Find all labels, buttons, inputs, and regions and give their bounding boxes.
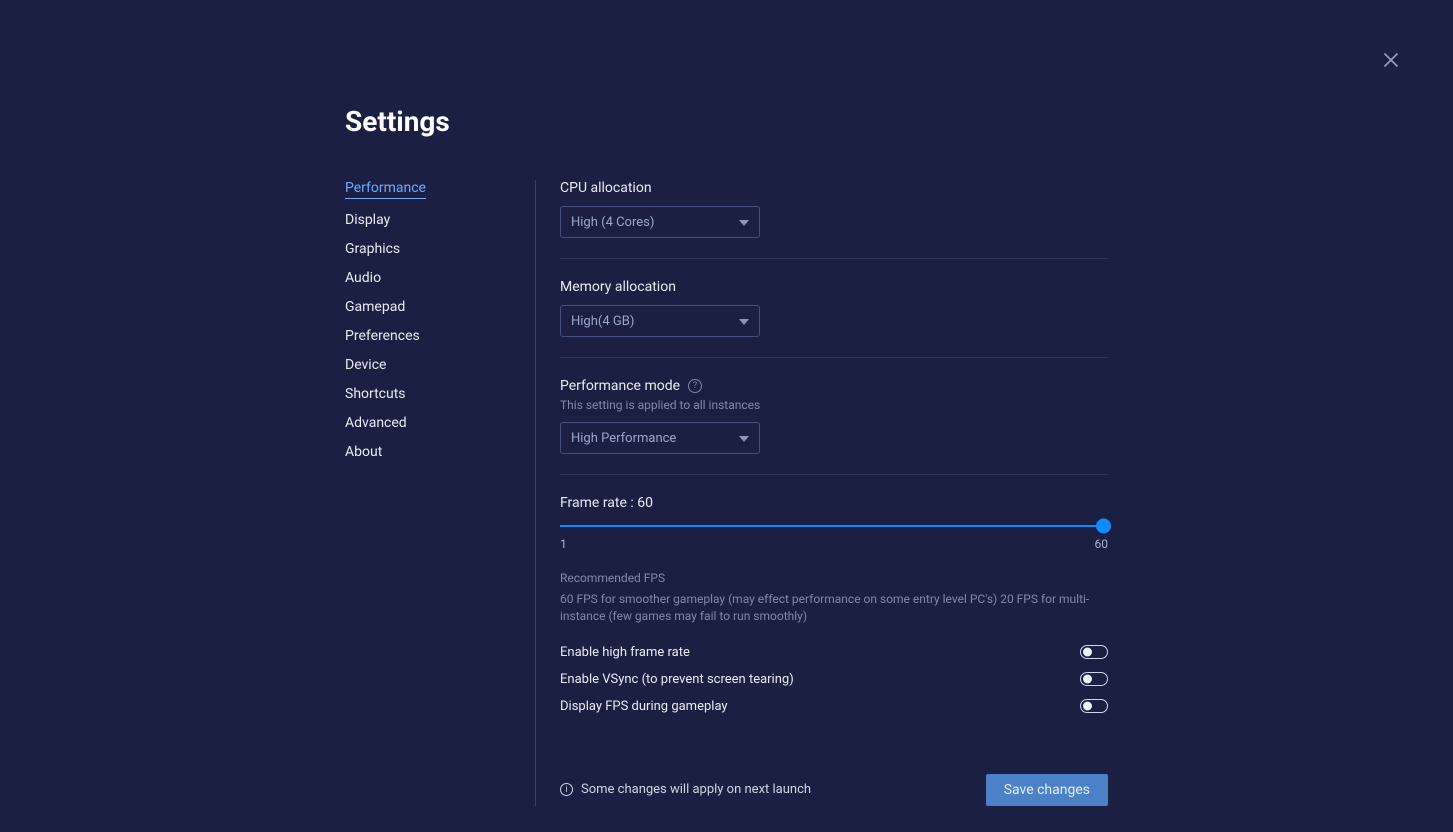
display-fps-toggle[interactable] [1080,699,1108,713]
performance-mode-value: High Performance [571,431,676,446]
enable-vsync-toggle[interactable] [1080,672,1108,686]
memory-allocation-value: High(4 GB) [571,314,634,329]
save-changes-button[interactable]: Save changes [986,774,1108,806]
help-icon[interactable]: ? [688,379,702,393]
performance-mode-select[interactable]: High Performance [560,422,760,454]
display-fps-label: Display FPS during gameplay [560,699,728,714]
sidebar-item-audio[interactable]: Audio [345,270,381,286]
sidebar-item-graphics[interactable]: Graphics [345,241,400,257]
enable-vsync-label: Enable VSync (to prevent screen tearing) [560,672,794,687]
performance-mode-label-text: Performance mode [560,378,680,394]
memory-allocation-label: Memory allocation [560,279,1108,295]
sidebar-item-display[interactable]: Display [345,212,390,228]
memory-allocation-select[interactable]: High(4 GB) [560,305,760,337]
info-icon: i [560,783,573,796]
performance-mode-label: Performance mode ? [560,378,1108,394]
frame-rate-slider-knob[interactable] [1096,519,1111,534]
settings-main: CPU allocation High (4 Cores) Memory all… [560,180,1108,806]
recommended-fps-title: Recommended FPS [560,571,1108,585]
sidebar-item-about[interactable]: About [345,444,382,460]
cpu-allocation-label: CPU allocation [560,180,1108,196]
chevron-down-icon [739,429,749,448]
close-button[interactable] [1379,50,1403,74]
sidebar-item-preferences[interactable]: Preferences [345,328,420,344]
footer-note-text: Some changes will apply on next launch [581,782,811,797]
close-icon [1383,52,1399,72]
frame-rate-max: 60 [1095,537,1109,551]
sidebar-item-gamepad[interactable]: Gamepad [345,299,405,315]
sidebar-item-device[interactable]: Device [345,357,386,373]
cpu-allocation-value: High (4 Cores) [571,215,654,230]
frame-rate-slider[interactable] [560,525,1108,527]
performance-mode-subtext: This setting is applied to all instances [560,398,1108,412]
settings-sidebar: Performance Display Graphics Audio Gamep… [345,180,535,806]
enable-high-frame-rate-label: Enable high frame rate [560,645,690,660]
footer-note: i Some changes will apply on next launch [560,782,811,797]
vertical-divider [535,180,536,806]
enable-high-frame-rate-toggle[interactable] [1080,645,1108,659]
frame-rate-label: Frame rate : 60 [560,495,1108,511]
frame-rate-min: 1 [560,537,567,551]
sidebar-item-performance[interactable]: Performance [345,180,426,199]
recommended-fps-body: 60 FPS for smoother gameplay (may effect… [560,591,1108,625]
page-title: Settings [345,105,1108,138]
chevron-down-icon [739,213,749,232]
sidebar-item-shortcuts[interactable]: Shortcuts [345,386,406,402]
cpu-allocation-select[interactable]: High (4 Cores) [560,206,760,238]
chevron-down-icon [739,312,749,331]
sidebar-item-advanced[interactable]: Advanced [345,415,407,431]
